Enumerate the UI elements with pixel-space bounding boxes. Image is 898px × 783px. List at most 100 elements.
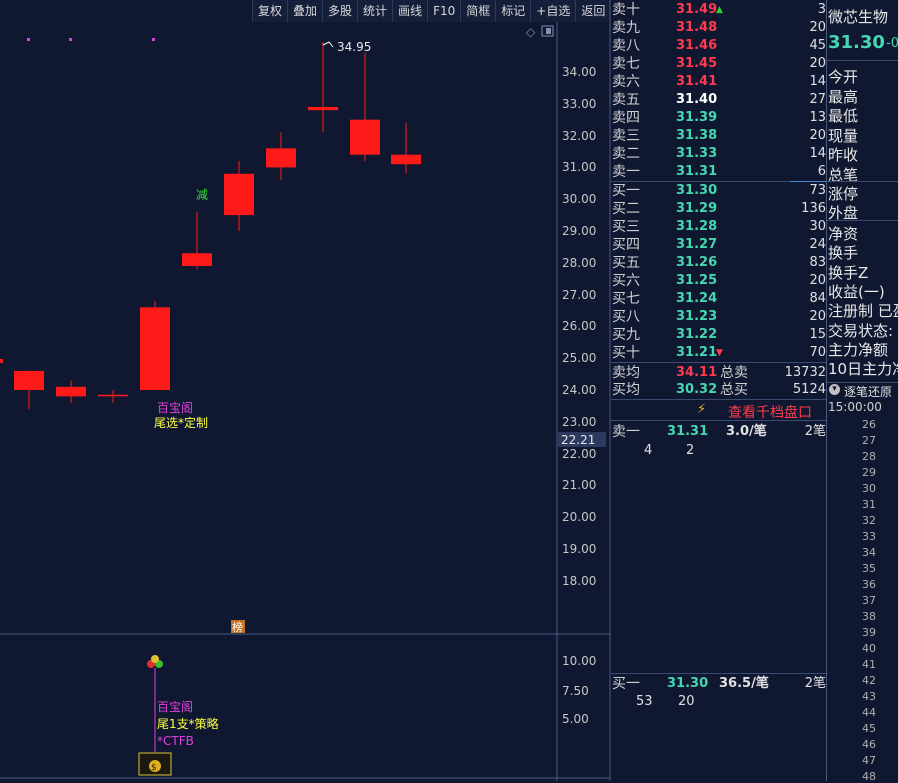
level-price: 31.49 [676, 2, 718, 17]
level-price: 31.39 [676, 110, 718, 125]
quote-label: 主力净额 [828, 340, 889, 359]
level-price: 31.30 [676, 183, 718, 198]
bid-row[interactable]: 买三 31.28 30 [0, 218, 826, 236]
level-label: 卖七 [612, 56, 640, 72]
sub-axis-label: 10.00 [562, 654, 597, 668]
sub-label-ctfb[interactable]: *CTFB [157, 734, 194, 748]
sell1-avg: 3.0/笔 [726, 424, 767, 439]
tick-row-index: 28 [862, 450, 876, 463]
tick-row-index: 30 [862, 482, 876, 495]
ask-row[interactable]: 卖九 31.48 20 [0, 19, 826, 37]
quote-label: 涨停 [828, 185, 859, 203]
bid-row[interactable]: 买五 31.26 83 [0, 254, 826, 272]
level-label: 买九 [612, 327, 640, 343]
ask-row[interactable]: 卖八 31.46 45 [0, 37, 826, 55]
level-volume: 136 [801, 201, 826, 216]
bid-row[interactable]: 买九 31.22 15 [0, 326, 826, 344]
level-price: 31.29 [676, 201, 718, 216]
tick-row-index: 46 [862, 738, 876, 751]
quote-label: 昨收 [828, 146, 859, 164]
level-volume: 27 [809, 92, 826, 107]
level-volume: 20 [809, 309, 826, 324]
level-price: 31.22 [676, 327, 718, 342]
tick-row-index: 40 [862, 642, 876, 655]
tick-row-index: 39 [862, 626, 876, 639]
level-price: 31.33 [676, 146, 718, 161]
sell1-count: 2笔 [804, 424, 826, 439]
level-volume: 6 [817, 164, 826, 179]
sell1-price: 31.31 [667, 424, 709, 439]
arrow-down-icon: ▼ [716, 348, 723, 358]
level-label: 买二 [612, 201, 640, 217]
quote-label: 净资 [828, 225, 859, 243]
total-sell-label: 总卖 [720, 365, 748, 381]
price-axis-label: 22.00 [562, 446, 597, 461]
level-label: 买七 [612, 291, 640, 307]
tick-row-index: 42 [862, 674, 876, 687]
level-label: 卖一 [612, 164, 640, 180]
level-price: 31.25 [676, 273, 718, 288]
level-volume: 3 [817, 2, 826, 17]
quote-label: 现量 [828, 126, 859, 145]
quote-label: 收益(一) [828, 282, 885, 301]
sub-label-baibaoge[interactable]: 百宝阁 [157, 700, 193, 714]
ask-row[interactable]: 卖六 31.41 14 [0, 73, 826, 91]
tick-header[interactable]: 逐笔还原 [844, 383, 892, 400]
bid-row[interactable]: 买六 31.25 20 [0, 272, 826, 290]
buy1-price: 31.30 [667, 676, 709, 691]
price-axis-label: 21.00 [562, 478, 597, 493]
svg-text:$: $ [151, 763, 157, 773]
balloon-icon[interactable] [147, 655, 163, 668]
view-thousand-button[interactable]: 查看千档盘口 [728, 402, 812, 422]
quote-label: 换手 [828, 244, 859, 263]
level-volume: 83 [809, 255, 826, 270]
ask-row[interactable]: 卖十 31.49 ▲ 3 [0, 1, 826, 19]
level-label: 卖六 [612, 74, 640, 90]
level-volume: 70 [809, 345, 826, 360]
level-label: 卖五 [612, 92, 640, 108]
bid-row[interactable]: 买七 31.24 84 [0, 290, 826, 308]
avg-buy-label: 买均 [612, 382, 640, 398]
tick-row-index: 29 [862, 466, 876, 479]
level-volume: 24 [809, 237, 826, 252]
avg-buy-price: 30.32 [676, 382, 718, 397]
price-axis-label: 20.00 [562, 510, 597, 525]
rank-badge[interactable]: 榜 [232, 620, 243, 634]
ask-row[interactable]: 卖四 31.39 13 [0, 109, 826, 127]
avg-sell-price: 34.11 [676, 365, 718, 380]
sub-label-strategy[interactable]: 尾1支*策略 [157, 716, 219, 731]
level-price: 31.45 [676, 56, 718, 71]
ask-row[interactable]: 卖七 31.45 20 [0, 55, 826, 73]
level-price: 31.48 [676, 20, 718, 35]
level-price: 31.21 [676, 345, 718, 360]
bid-row[interactable]: 买四 31.27 24 [0, 236, 826, 254]
buy1-label: 买一 [612, 676, 640, 692]
lightning-icon: ⚡ [697, 402, 707, 417]
tick-row-index: 44 [862, 706, 876, 719]
level-volume: 20 [809, 20, 826, 35]
level-label: 买三 [612, 219, 640, 235]
level-volume: 14 [809, 146, 826, 161]
chevron-down-icon[interactable]: ▾ [829, 384, 840, 395]
ask-row[interactable]: 卖三 31.38 20 [0, 127, 826, 145]
quote-label: 今开 [828, 68, 859, 86]
tick-row-index: 27 [862, 434, 876, 447]
total-sell-value: 13732 [784, 365, 826, 380]
level-label: 卖九 [612, 20, 640, 36]
bid-row[interactable]: 买一 31.30 73 [0, 182, 826, 200]
bid-row[interactable]: 买八 31.23 20 [0, 308, 826, 326]
level-label: 卖八 [612, 38, 640, 54]
level-volume: 14 [809, 74, 826, 89]
label-baibaoge[interactable]: 百宝阁 [157, 401, 193, 415]
tick-row-index: 45 [862, 722, 876, 735]
ask-row[interactable]: 卖一 31.31 6 [0, 163, 826, 181]
ask-row[interactable]: 卖五 31.40 27 [0, 91, 826, 109]
quote-label: 最高 [828, 87, 859, 106]
level-label: 买一 [612, 183, 640, 199]
level-label: 买十 [612, 345, 640, 361]
bid-row[interactable]: 买十 31.21 ▼ 70 [0, 344, 826, 362]
ask-row[interactable]: 卖二 31.33 14 [0, 145, 826, 163]
bid-row[interactable]: 买二 31.29 136 [0, 200, 826, 218]
tick-row-index: 36 [862, 578, 876, 591]
buy1-avg: 36.5/笔 [719, 676, 769, 691]
